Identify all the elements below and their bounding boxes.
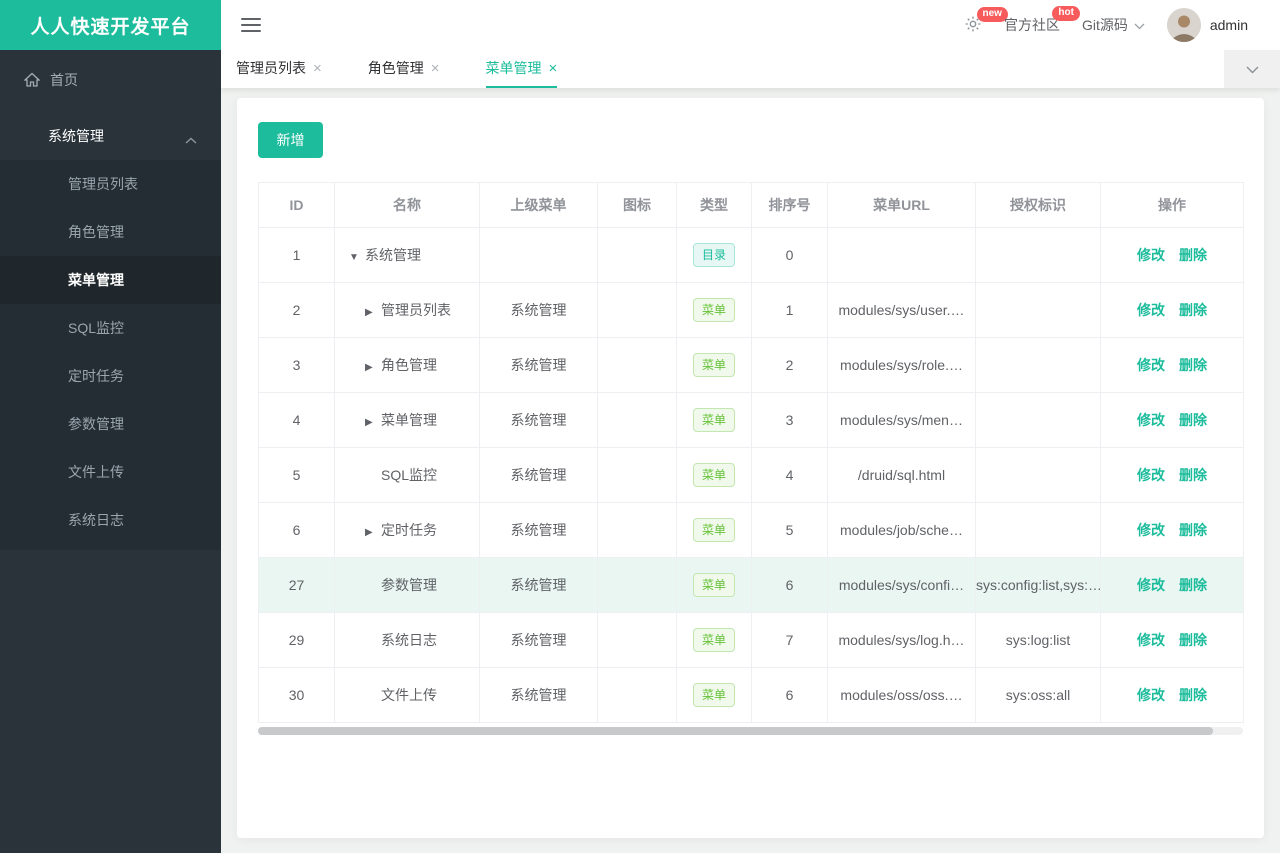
home-icon [24,72,40,88]
edit-link[interactable]: 修改 [1137,687,1165,703]
hot-badge: hot [1052,6,1080,21]
table-row[interactable]: 5 SQL监控 系统管理 菜单 4 /druid/sql.html 修改 删除 [258,447,1244,503]
delete-link[interactable]: 删除 [1179,577,1207,593]
table-row[interactable]: 6 ▶ 定时任务 系统管理 菜单 5 modules/job/sche… 修改 删除 [258,502,1244,558]
type-badge: 菜单 [692,683,735,707]
sidebar-item-file-upload[interactable]: 文件上传 [0,448,221,496]
sidebar-item-role-mgmt[interactable]: 角色管理 [0,208,221,256]
table-row[interactable]: 2 ▶ 管理员列表 系统管理 菜单 1 modules/sys/user.… 修改… [258,282,1244,338]
edit-link[interactable]: 修改 [1137,467,1165,483]
collapse-row-icon[interactable]: ▼ [349,252,365,263]
col-header-url: 菜单URL [827,182,976,228]
avatar [1166,8,1201,42]
expand-row-icon[interactable]: ▶ [365,362,381,373]
col-header-type: 类型 [676,182,752,228]
sidebar: 人人快速开发平台 首页 系统管理 管理员列表 角色管理 菜单管理 SQL监控 定… [0,0,221,853]
close-tab-icon[interactable]: × [431,61,440,76]
top-header: new 官方社区 hot Git源码 admin [221,0,1280,50]
table-row[interactable]: 3 ▶ 角色管理 系统管理 菜单 2 modules/sys/role.… 修改删… [258,337,1244,393]
chevron-down-icon [1134,17,1145,33]
expand-row-icon[interactable]: ▶ [365,417,381,428]
sidebar-submenu: 管理员列表 角色管理 菜单管理 SQL监控 定时任务 参数管理 文件上传 系统日… [0,160,221,550]
table-row-highlighted[interactable]: 27 参数管理 系统管理 菜单 6 modules/sys/confi… sys… [258,557,1244,613]
expand-row-icon[interactable]: ▶ [365,307,381,318]
delete-link[interactable]: 删除 [1179,247,1207,263]
table-row[interactable]: 30 文件上传 系统管理 菜单 6 modules/oss/oss.… sys:… [258,667,1244,723]
edit-link[interactable]: 修改 [1137,522,1165,538]
settings-button[interactable]: new [964,6,1008,36]
sidebar-item-home[interactable]: 首页 [0,56,221,104]
type-badge: 菜单 [692,573,735,597]
col-header-icon: 图标 [597,182,677,228]
edit-link[interactable]: 修改 [1137,577,1165,593]
chevron-up-icon [185,132,197,148]
sidebar-item-menu-mgmt[interactable]: 菜单管理 [0,256,221,304]
delete-link[interactable]: 删除 [1179,632,1207,648]
type-badge: 目录 [692,243,735,267]
username: admin [1209,17,1248,33]
tab-role-mgmt[interactable]: 角色管理 × [368,50,440,88]
user-menu[interactable]: admin [1166,8,1248,42]
horizontal-scrollbar-thumb[interactable] [258,727,1214,735]
add-button[interactable]: 新增 [258,122,323,158]
delete-link[interactable]: 删除 [1179,687,1207,703]
sidebar-home-label: 首页 [50,72,78,88]
delete-link[interactable]: 删除 [1179,302,1207,318]
menu-toggle-icon[interactable] [241,18,261,32]
tab-list-dropdown-button[interactable] [1224,50,1280,88]
type-badge: 菜单 [692,298,735,322]
sidebar-item-sql-monitor[interactable]: SQL监控 [0,304,221,352]
type-badge: 菜单 [692,518,735,542]
delete-link[interactable]: 删除 [1179,522,1207,538]
tab-admin-list[interactable]: 管理员列表 × [236,50,322,88]
type-badge: 菜单 [692,408,735,432]
col-header-order: 排序号 [751,182,828,228]
table-header-row: ID 名称 上级菜单 图标 类型 排序号 菜单URL 授权标识 操作 [258,182,1244,228]
content-card: 新增 ID 名称 上级菜单 图标 类型 排序号 菜单URL 授权标识 操作 1 … [237,98,1264,838]
col-header-name: 名称 [334,182,480,228]
close-tab-icon[interactable]: × [313,61,322,76]
app-title: 人人快速开发平台 [30,16,191,38]
sidebar-item-system-log[interactable]: 系统日志 [0,496,221,544]
col-header-ops: 操作 [1100,182,1244,228]
app-logo: 人人快速开发平台 [0,0,221,50]
sidebar-item-param-mgmt[interactable]: 参数管理 [0,400,221,448]
edit-link[interactable]: 修改 [1137,302,1165,318]
sidebar-item-admin-list[interactable]: 管理员列表 [0,160,221,208]
close-tab-icon[interactable]: × [549,61,558,76]
chevron-down-icon [1246,61,1259,77]
table-row[interactable]: 29 系统日志 系统管理 菜单 7 modules/sys/log.h… sys… [258,612,1244,668]
edit-link[interactable]: 修改 [1137,247,1165,263]
sidebar-group-system[interactable]: 系统管理 [0,112,221,160]
col-header-perms: 授权标识 [975,182,1101,228]
edit-link[interactable]: 修改 [1137,412,1165,428]
menu-table: ID 名称 上级菜单 图标 类型 排序号 菜单URL 授权标识 操作 1 ▼ 系统… [258,182,1244,723]
table-row[interactable]: 4 ▶ 菜单管理 系统管理 菜单 3 modules/sys/men… 修改 删除 [258,392,1244,448]
sidebar-item-scheduled-tasks[interactable]: 定时任务 [0,352,221,400]
community-link[interactable]: 官方社区 hot [1004,6,1080,35]
expand-row-icon[interactable]: ▶ [365,527,381,538]
type-badge: 菜单 [692,353,735,377]
delete-link[interactable]: 删除 [1179,357,1207,373]
sidebar-group-label: 系统管理 [48,128,104,144]
type-badge: 菜单 [692,628,735,652]
delete-link[interactable]: 删除 [1179,467,1207,483]
type-badge: 菜单 [692,463,735,487]
delete-link[interactable]: 删除 [1179,412,1207,428]
col-header-id: ID [258,182,335,228]
tab-menu-mgmt[interactable]: 菜单管理 × [485,50,558,88]
tab-bar: 管理员列表 × 角色管理 × 菜单管理 × [221,50,1280,88]
git-source-link[interactable]: Git源码 [1082,15,1145,35]
edit-link[interactable]: 修改 [1137,357,1165,373]
col-header-parent: 上级菜单 [479,182,598,228]
horizontal-scrollbar-track[interactable] [258,727,1243,735]
edit-link[interactable]: 修改 [1137,632,1165,648]
table-row[interactable]: 1 ▼ 系统管理 目录 0 修改 删除 [258,227,1244,283]
